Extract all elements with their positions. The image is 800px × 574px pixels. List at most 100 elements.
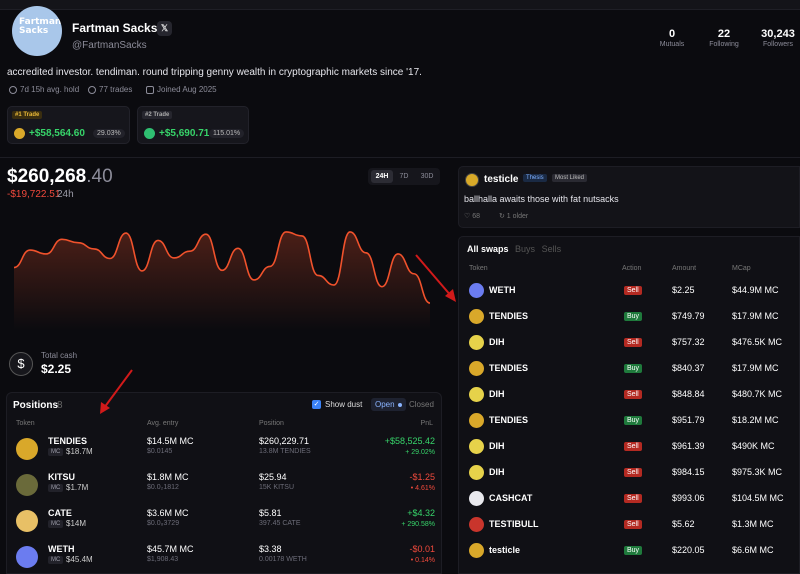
column-header-amount: Amount [672,265,697,272]
trade-amount: +$58,564.60 [29,128,85,139]
tab-sells[interactable]: Sells [542,244,562,254]
swap-amount: $961.39 [672,441,705,451]
swap-token: DIH [489,441,505,451]
swap-row[interactable]: TENDIES Buy $749.79 $17.9M MC [459,304,799,330]
swap-row[interactable]: WETH Sell $2.25 $44.9M MC [459,278,799,304]
position-pnl: -$0.01 [409,544,435,554]
positions-title: Positions [13,400,59,411]
positions-count: 8 [57,400,63,411]
mc-tag: MC [48,448,64,456]
position-amount: 13.8M TENDIES [259,448,311,455]
coin-icon [469,543,484,558]
show-dust-label[interactable]: Show dust [325,400,362,409]
position-token: WETH [48,544,75,554]
column-header-mcap: MCap [732,265,751,272]
swap-mcap: $480.7K MC [732,389,783,399]
coin-icon [469,465,484,480]
coin-icon [16,474,38,496]
swap-action-badge: Sell [624,338,642,347]
avg-hold-text: 7d 15h avg. hold [20,85,80,94]
coin-icon [144,128,155,139]
featured-post[interactable]: testicle Thesis Most Liked ballhalla awa… [458,166,800,228]
timeframe-24h[interactable]: 24H [371,170,393,183]
post-text: ballhalla awaits those with fat nutsacks [464,194,619,204]
position-pnl-pct: • 0.14% [410,557,435,564]
portfolio-balance: $260,268.40 [7,166,113,188]
show-dust-checkbox[interactable]: ✓ [312,400,321,409]
coin-icon [16,438,38,460]
position-pnl: +$4.32 [407,508,435,518]
position-row[interactable]: WETH MC $45.4M $45.7M MC $1,908.43 $3.38… [7,539,441,573]
stat-followers[interactable]: 30,243 Followers [758,28,798,48]
swap-row[interactable]: DIH Sell $757.32 $476.5K MC [459,330,799,356]
position-amount: 15K KITSU [259,484,295,491]
closed-filter-button[interactable]: Closed [409,400,434,409]
swap-row[interactable]: CASHCAT Sell $993.06 $104.5M MC [459,486,799,512]
stat-label: Mutuals [659,41,685,48]
swap-mcap: $18.2M MC [732,415,779,425]
column-header-action: Action [622,265,642,272]
timeframe-7d[interactable]: 7D [393,170,415,183]
section-divider [0,157,800,158]
swap-row[interactable]: DIH Sell $961.39 $490K MC [459,434,799,460]
swap-action-badge: Sell [624,286,642,295]
swap-mcap: $17.9M MC [732,311,779,321]
swap-row[interactable]: DIH Sell $848.84 $480.7K MC [459,382,799,408]
stat-following[interactable]: 22 Following [704,28,744,48]
swap-mcap: $6.6M MC [732,545,774,555]
swap-mcap: $490K MC [732,441,775,451]
swap-tabs: All swaps Buys Sells [467,244,565,254]
position-row[interactable]: KITSU MC $1.7M $1.8M MC $0.0₂1812 $25.94… [7,467,441,503]
avatar[interactable]: Fartman Sacks [12,6,62,56]
trade-count-text: 77 trades [99,85,133,94]
position-amount: 0.00178 WETH [259,556,307,563]
profile-handle: @FartmanSacks [72,40,147,51]
swap-row[interactable]: TENDIES Buy $840.37 $17.9M MC [459,356,799,382]
column-header-pnl: PnL [420,420,433,427]
position-value: $25.94 [259,472,287,482]
swap-mcap: $975.3K MC [732,467,783,477]
balance-change: -$19,722.51 [7,189,61,200]
swap-token: TESTIBULL [489,519,539,529]
swap-amount: $993.06 [672,493,705,503]
portfolio-line-chart [13,231,431,330]
position-amount: 397.45 CATE [259,520,301,527]
swap-row[interactable]: TESTIBULL Sell $5.62 $1.3M MC [459,512,799,538]
swaps-panel: All swaps Buys Sells Token Action Amount… [458,236,800,574]
stat-label: Following [709,41,739,48]
position-entry: $1.8M MC [147,472,189,482]
coin-icon [469,283,484,298]
x-icon[interactable]: 𝕏 [157,21,172,36]
top-bar [0,0,800,10]
join-date: Joined Aug 2025 [146,85,217,94]
post-likes[interactable]: ♡ 68 [464,212,480,220]
position-token: KITSU [48,472,75,482]
stat-mutuals[interactable]: 0 Mutuals [655,28,689,48]
swap-action-badge: Buy [624,312,643,321]
timeframe-30d[interactable]: 30D [416,170,438,183]
open-label: Open [375,400,395,409]
column-header-position: Position [259,420,284,427]
tab-all-swaps[interactable]: All swaps [467,244,509,254]
position-row[interactable]: TENDIES MC $18.7M $14.5M MC $0.0145 $260… [7,431,441,467]
coin-icon [469,491,484,506]
open-filter-button[interactable]: Open [371,398,406,411]
stat-value: 30,243 [761,28,795,40]
position-row[interactable]: CATE MC $14M $3.6M MC $0.0₈3729 $5.81 39… [7,503,441,539]
post-older-link[interactable]: ↻ 1 older [499,212,528,220]
position-mc: $45.4M [66,555,93,564]
trade-rank-tag: #2 Trade [142,111,173,119]
trade-count: 77 trades [88,85,132,94]
swap-amount: $984.15 [672,467,705,477]
position-entry-price: $0.0₈3729 [147,520,180,527]
post-username[interactable]: testicle [484,174,518,185]
swap-row[interactable]: TENDIES Buy $951.79 $18.2M MC [459,408,799,434]
swap-row[interactable]: testicle Buy $220.05 $6.6M MC [459,538,799,564]
top-trade-card[interactable]: #1 Trade +$58,564.60 29.03% [7,106,130,144]
balance-period: 24h [57,189,74,200]
position-mc: $1.7M [66,483,89,492]
coin-icon [469,335,484,350]
swap-row[interactable]: DIH Sell $984.15 $975.3K MC [459,460,799,486]
tab-buys[interactable]: Buys [515,244,535,254]
top-trade-card[interactable]: #2 Trade +$5,690.71 115.01% [137,106,249,144]
